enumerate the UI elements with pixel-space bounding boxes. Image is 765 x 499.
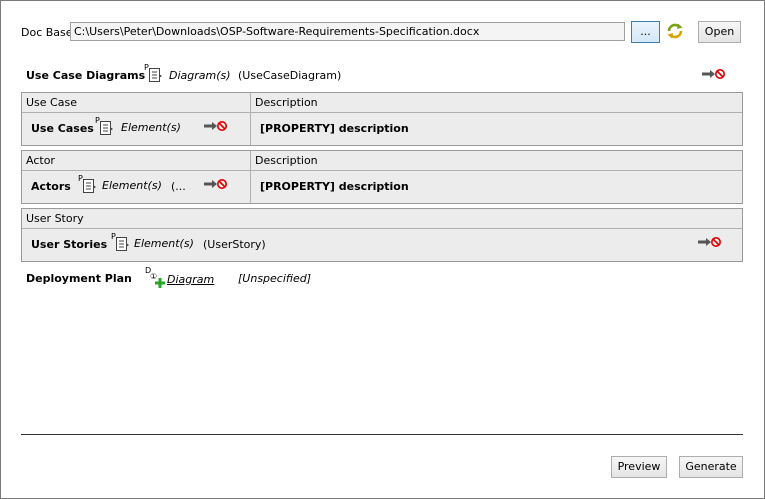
open-button[interactable]: Open: [698, 21, 741, 43]
no-link-icon[interactable]: [698, 236, 722, 251]
deployment-plan-filter[interactable]: [Unspecified]: [238, 272, 311, 285]
user-story-column-header: User Story: [26, 212, 84, 225]
generate-button[interactable]: Generate: [679, 456, 743, 478]
actors-type[interactable]: Element(s): [102, 179, 162, 192]
no-link-icon[interactable]: [702, 68, 726, 83]
actor-description-header: Description: [255, 154, 318, 167]
user-stories-row-title: User Stories: [31, 238, 108, 251]
use-case-diagrams-type[interactable]: Diagram(s): [169, 69, 231, 82]
user-stories-filter[interactable]: (UserStory): [203, 238, 266, 251]
use-cases-description[interactable]: [PROPERTY] description: [260, 122, 409, 135]
use-case-diagrams-title: Use Case Diagrams: [26, 69, 146, 82]
preview-button[interactable]: Preview: [611, 456, 667, 478]
actor-column-header: Actor: [26, 154, 55, 167]
doc-base-path-field[interactable]: C:\Users\Peter\Downloads\OSP-Software-Re…: [70, 22, 625, 41]
actors-description[interactable]: [PROPERTY] description: [260, 180, 409, 193]
user-story-table: User Story User Stories P Element(s) (Us…: [21, 208, 743, 262]
use-case-table: Use Case Description Use Cases P Element…: [21, 92, 743, 146]
use-cases-type[interactable]: Element(s): [121, 121, 181, 134]
deployment-plan-type[interactable]: Diagram: [167, 273, 214, 286]
actors-filter[interactable]: (...: [171, 180, 186, 193]
no-link-icon[interactable]: [204, 120, 228, 135]
browse-button[interactable]: ...: [631, 21, 660, 43]
no-link-icon[interactable]: [204, 178, 228, 193]
deployment-plan-title: Deployment Plan: [26, 272, 132, 285]
user-stories-type[interactable]: Element(s): [134, 237, 194, 250]
element-list-icon[interactable]: [116, 237, 130, 255]
add-icon[interactable]: [155, 278, 165, 291]
use-case-diagrams-filter[interactable]: (UseCaseDiagram): [238, 69, 341, 82]
doc-base-label: Doc Base:: [21, 26, 77, 39]
use-case-column-header: Use Case: [26, 96, 77, 109]
element-list-icon[interactable]: [83, 179, 97, 197]
actor-table: Actor Description Actors P Element(s) (.…: [21, 150, 743, 204]
element-list-icon[interactable]: [149, 68, 163, 86]
element-list-icon[interactable]: [100, 121, 114, 139]
use-cases-row-title: Use Cases: [31, 122, 94, 135]
use-case-description-header: Description: [255, 96, 318, 109]
refresh-icon[interactable]: [666, 22, 684, 40]
footer-separator: [21, 434, 743, 435]
actors-row-title: Actors: [31, 180, 71, 193]
